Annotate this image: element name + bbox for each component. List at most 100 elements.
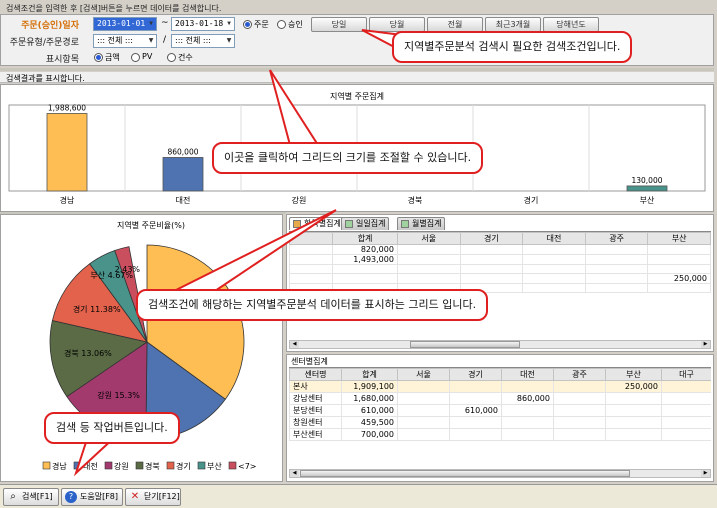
column-header[interactable]: 센터명 xyxy=(289,368,342,381)
table-cell[interactable] xyxy=(522,254,586,265)
table-cell[interactable]: 820,000 xyxy=(332,244,398,255)
radio-amount[interactable] xyxy=(94,53,103,62)
table-cell[interactable] xyxy=(584,264,649,274)
horizontal-scrollbar-2[interactable]: ◀ ▶ xyxy=(289,469,711,478)
table-row[interactable] xyxy=(289,264,711,274)
table-row[interactable]: 강남센터 1,680,000 860,000 xyxy=(289,392,711,405)
table-cell[interactable] xyxy=(396,244,461,255)
table-cell[interactable] xyxy=(553,392,606,405)
table-cell[interactable] xyxy=(459,244,524,255)
table-cell[interactable] xyxy=(459,273,524,284)
radio-order[interactable] xyxy=(243,20,252,29)
table-cell[interactable] xyxy=(332,273,398,284)
today-button[interactable]: 당일 xyxy=(311,17,367,32)
column-header[interactable]: 경기 xyxy=(459,232,524,245)
table-cell[interactable] xyxy=(289,264,334,274)
column-header[interactable]: 서울 xyxy=(396,232,461,245)
table-cell[interactable] xyxy=(605,428,662,441)
column-header[interactable]: 합계 xyxy=(332,232,398,245)
table-cell[interactable] xyxy=(397,392,450,405)
table-row[interactable]: 250,000 xyxy=(289,273,711,284)
table-cell[interactable] xyxy=(397,416,450,429)
column-header[interactable]: 대전 xyxy=(501,368,554,381)
table-cell[interactable]: 700,000 xyxy=(341,428,398,441)
tab-daily-summary[interactable]: 일일집계 xyxy=(341,217,390,230)
table-cell[interactable] xyxy=(522,264,586,274)
table-cell[interactable] xyxy=(501,404,554,417)
table-cell[interactable] xyxy=(522,283,586,293)
table-cell[interactable] xyxy=(501,416,554,429)
table-cell[interactable]: 1,493,000 xyxy=(332,254,398,265)
table-cell[interactable] xyxy=(501,380,554,393)
table-cell[interactable] xyxy=(332,264,398,274)
table-row[interactable]: 820,000 xyxy=(289,244,711,255)
search-button[interactable]: ⌕ 검색[F1] xyxy=(3,488,59,506)
table-cell[interactable] xyxy=(584,244,649,255)
recent-3-months-button[interactable]: 최근3개월 xyxy=(485,17,541,32)
radio-approve[interactable] xyxy=(277,20,286,29)
table-cell[interactable] xyxy=(553,380,606,393)
chevron-down-icon[interactable]: ▼ xyxy=(146,18,156,30)
column-header[interactable]: 서울 xyxy=(397,368,450,381)
column-header[interactable]: 부산 xyxy=(605,368,662,381)
splitter-bar[interactable] xyxy=(0,68,714,71)
table-cell[interactable] xyxy=(459,264,524,274)
table-cell[interactable]: 860,000 xyxy=(501,392,554,405)
table-cell[interactable] xyxy=(396,273,461,284)
table-cell[interactable] xyxy=(501,428,554,441)
table-cell[interactable] xyxy=(661,428,711,441)
radio-pv[interactable] xyxy=(131,53,140,62)
table-cell[interactable] xyxy=(449,392,502,405)
column-header[interactable] xyxy=(289,232,334,245)
scroll-left-icon[interactable]: ◀ xyxy=(290,470,299,477)
table-row[interactable]: 1,493,000 xyxy=(289,254,711,265)
table-cell[interactable] xyxy=(661,404,711,417)
table-cell[interactable] xyxy=(647,264,711,274)
table-cell[interactable]: 250,000 xyxy=(647,273,711,284)
column-header[interactable]: 광주 xyxy=(584,232,649,245)
this-month-button[interactable]: 당월 xyxy=(369,17,425,32)
radio-count[interactable] xyxy=(167,53,176,62)
table-cell[interactable]: 1,909,100 xyxy=(341,380,398,393)
table-cell[interactable] xyxy=(397,428,450,441)
table-cell[interactable] xyxy=(584,273,649,284)
column-header[interactable]: 합계 xyxy=(341,368,398,381)
tab-monthly-summary[interactable]: 월별집계 xyxy=(397,217,446,230)
table-cell[interactable] xyxy=(661,380,711,393)
table-cell[interactable]: 610,000 xyxy=(341,404,398,417)
scroll-thumb[interactable] xyxy=(410,341,520,348)
column-header[interactable]: 대전 xyxy=(522,232,586,245)
last-month-button[interactable]: 전월 xyxy=(427,17,483,32)
table-cell[interactable] xyxy=(449,428,502,441)
table-row[interactable]: 분당센터 610,000 610,000 xyxy=(289,404,711,417)
chevron-down-icon[interactable]: ▼ xyxy=(224,35,234,47)
table-row[interactable]: 본사 1,909,100 250,000 xyxy=(289,380,711,393)
table-cell[interactable] xyxy=(605,404,662,417)
table-row[interactable]: 부산센터 700,000 xyxy=(289,428,711,441)
table-cell[interactable] xyxy=(584,283,649,293)
table-cell[interactable]: 부산센터 xyxy=(289,428,342,441)
scroll-left-icon[interactable]: ◀ xyxy=(290,341,299,348)
table-cell[interactable]: 1,680,000 xyxy=(341,392,398,405)
close-button[interactable]: ✕ 닫기[F12] xyxy=(125,488,181,506)
tab-item-summary[interactable]: 항목별집계 xyxy=(289,217,345,230)
table-cell[interactable] xyxy=(396,264,461,274)
table-cell[interactable] xyxy=(584,254,649,265)
table-cell[interactable] xyxy=(449,380,502,393)
table-cell[interactable]: 강남센터 xyxy=(289,392,342,405)
column-header[interactable]: 광주 xyxy=(553,368,606,381)
table-cell[interactable] xyxy=(397,380,450,393)
date-to-input[interactable]: 2013-01-18 ▼ xyxy=(171,17,235,31)
column-header[interactable]: 대구 xyxy=(661,368,711,381)
column-header[interactable]: 경기 xyxy=(449,368,502,381)
table-cell[interactable] xyxy=(553,404,606,417)
date-from-input[interactable]: 2013-01-01 ▼ xyxy=(93,17,157,31)
table-cell[interactable] xyxy=(647,283,711,293)
order-route-select[interactable]: ::: 전체 ::: ▼ xyxy=(171,34,235,48)
table-cell[interactable] xyxy=(661,416,711,429)
table-cell[interactable]: 459,500 xyxy=(341,416,398,429)
table-cell[interactable] xyxy=(522,273,586,284)
scroll-thumb[interactable] xyxy=(300,470,630,477)
table-cell[interactable] xyxy=(289,254,334,265)
table-cell[interactable] xyxy=(647,244,711,255)
